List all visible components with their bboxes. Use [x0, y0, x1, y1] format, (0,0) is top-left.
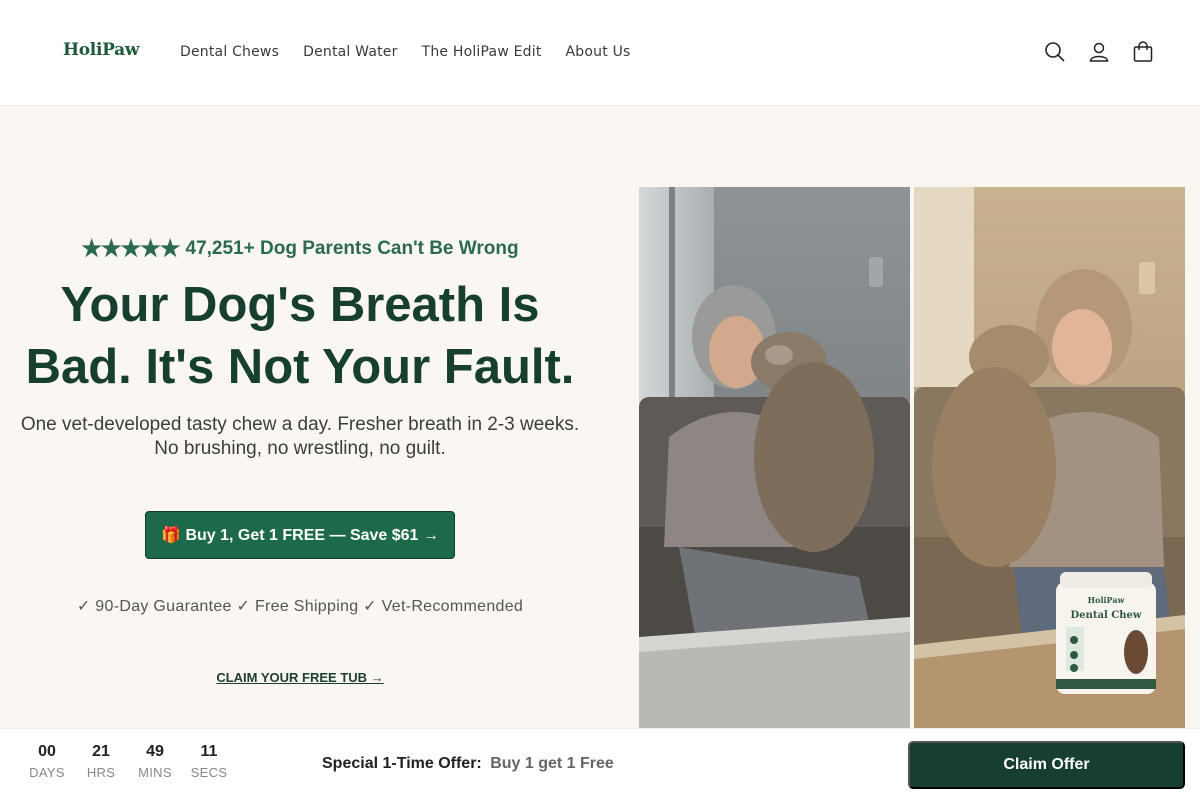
hero-content: ★★★★★ 47,251+ Dog Parents Can't Be Wrong… [0, 107, 600, 727]
account-icon[interactable] [1088, 38, 1110, 66]
countdown-minutes: 49 MINS [128, 743, 182, 780]
countdown-label: MINS [138, 765, 172, 780]
trust-badges: ✓ 90-Day Guarantee ✓ Free Shipping ✓ Vet… [76, 598, 524, 615]
headline-line-1: Your Dog's Breath Is [60, 278, 540, 332]
offer-label: Special 1-Time Offer: [322, 755, 482, 772]
countdown-hours: 21 HRS [74, 743, 128, 780]
countdown-label: HRS [86, 765, 116, 780]
main-nav: Dental Chews Dental Water The HoliPaw Ed… [180, 44, 655, 60]
before-photo [639, 187, 910, 728]
subtext-line-1: One vet-developed tasty chew a day. Fres… [20, 414, 580, 435]
countdown-seconds: 11 SECS [182, 743, 236, 780]
sticky-offer-bar: 00 DAYS 21 HRS 49 MINS 11 SECS Special 1… [0, 728, 1200, 800]
countdown-timer: 00 DAYS 21 HRS 49 MINS 11 SECS [20, 743, 236, 780]
countdown-value: 11 [200, 743, 218, 760]
nav-item-about-us[interactable]: About Us [566, 44, 631, 60]
tub-product-name: Dental Chew [1071, 610, 1142, 621]
offer-text: Special 1-Time Offer: Buy 1 get 1 Free [322, 755, 614, 773]
countdown-label: DAYS [29, 765, 65, 780]
countdown-value: 00 [38, 743, 56, 760]
nav-item-holipaw-edit[interactable]: The HoliPaw Edit [422, 44, 542, 60]
header-icons [1044, 38, 1154, 66]
claim-free-tub-link[interactable]: CLAIM YOUR FREE TUB → [0, 670, 600, 685]
subtext-line-2: No brushing, no wrestling, no guilt. [154, 438, 446, 459]
countdown-days: 00 DAYS [20, 743, 74, 780]
tub-brand: HoliPaw [1088, 595, 1126, 605]
nav-item-dental-water[interactable]: Dental Water [303, 44, 397, 60]
hero-subtext: One vet-developed tasty chew a day. Fres… [0, 413, 600, 461]
star-rating-icon: ★★★★★ [81, 235, 180, 261]
buy-one-get-one-button[interactable]: 🎁 Buy 1, Get 1 FREE — Save $61 → [145, 511, 455, 559]
rating-row: ★★★★★ 47,251+ Dog Parents Can't Be Wrong [0, 235, 600, 262]
offer-value: Buy 1 get 1 Free [490, 755, 614, 772]
search-icon[interactable] [1044, 38, 1066, 66]
product-tub: HoliPaw Dental Chew [1056, 572, 1156, 694]
headline-line-2: Bad. It's Not Your Fault. [25, 340, 575, 394]
nav-item-dental-chews[interactable]: Dental Chews [180, 44, 279, 60]
countdown-value: 49 [146, 743, 164, 760]
claim-offer-button[interactable]: Claim Offer [908, 741, 1185, 789]
cart-icon[interactable] [1132, 38, 1154, 66]
after-photo: HoliPaw Dental Chew [914, 187, 1185, 728]
site-header: HoliPaw Dental Chews Dental Water The Ho… [0, 0, 1200, 106]
hero-headline: Your Dog's Breath Is Bad. It's Not Your … [0, 274, 600, 398]
countdown-value: 21 [92, 743, 110, 760]
logo[interactable]: HoliPaw [63, 40, 140, 60]
countdown-label: SECS [190, 765, 228, 780]
rating-text: 47,251+ Dog Parents Can't Be Wrong [185, 237, 519, 259]
